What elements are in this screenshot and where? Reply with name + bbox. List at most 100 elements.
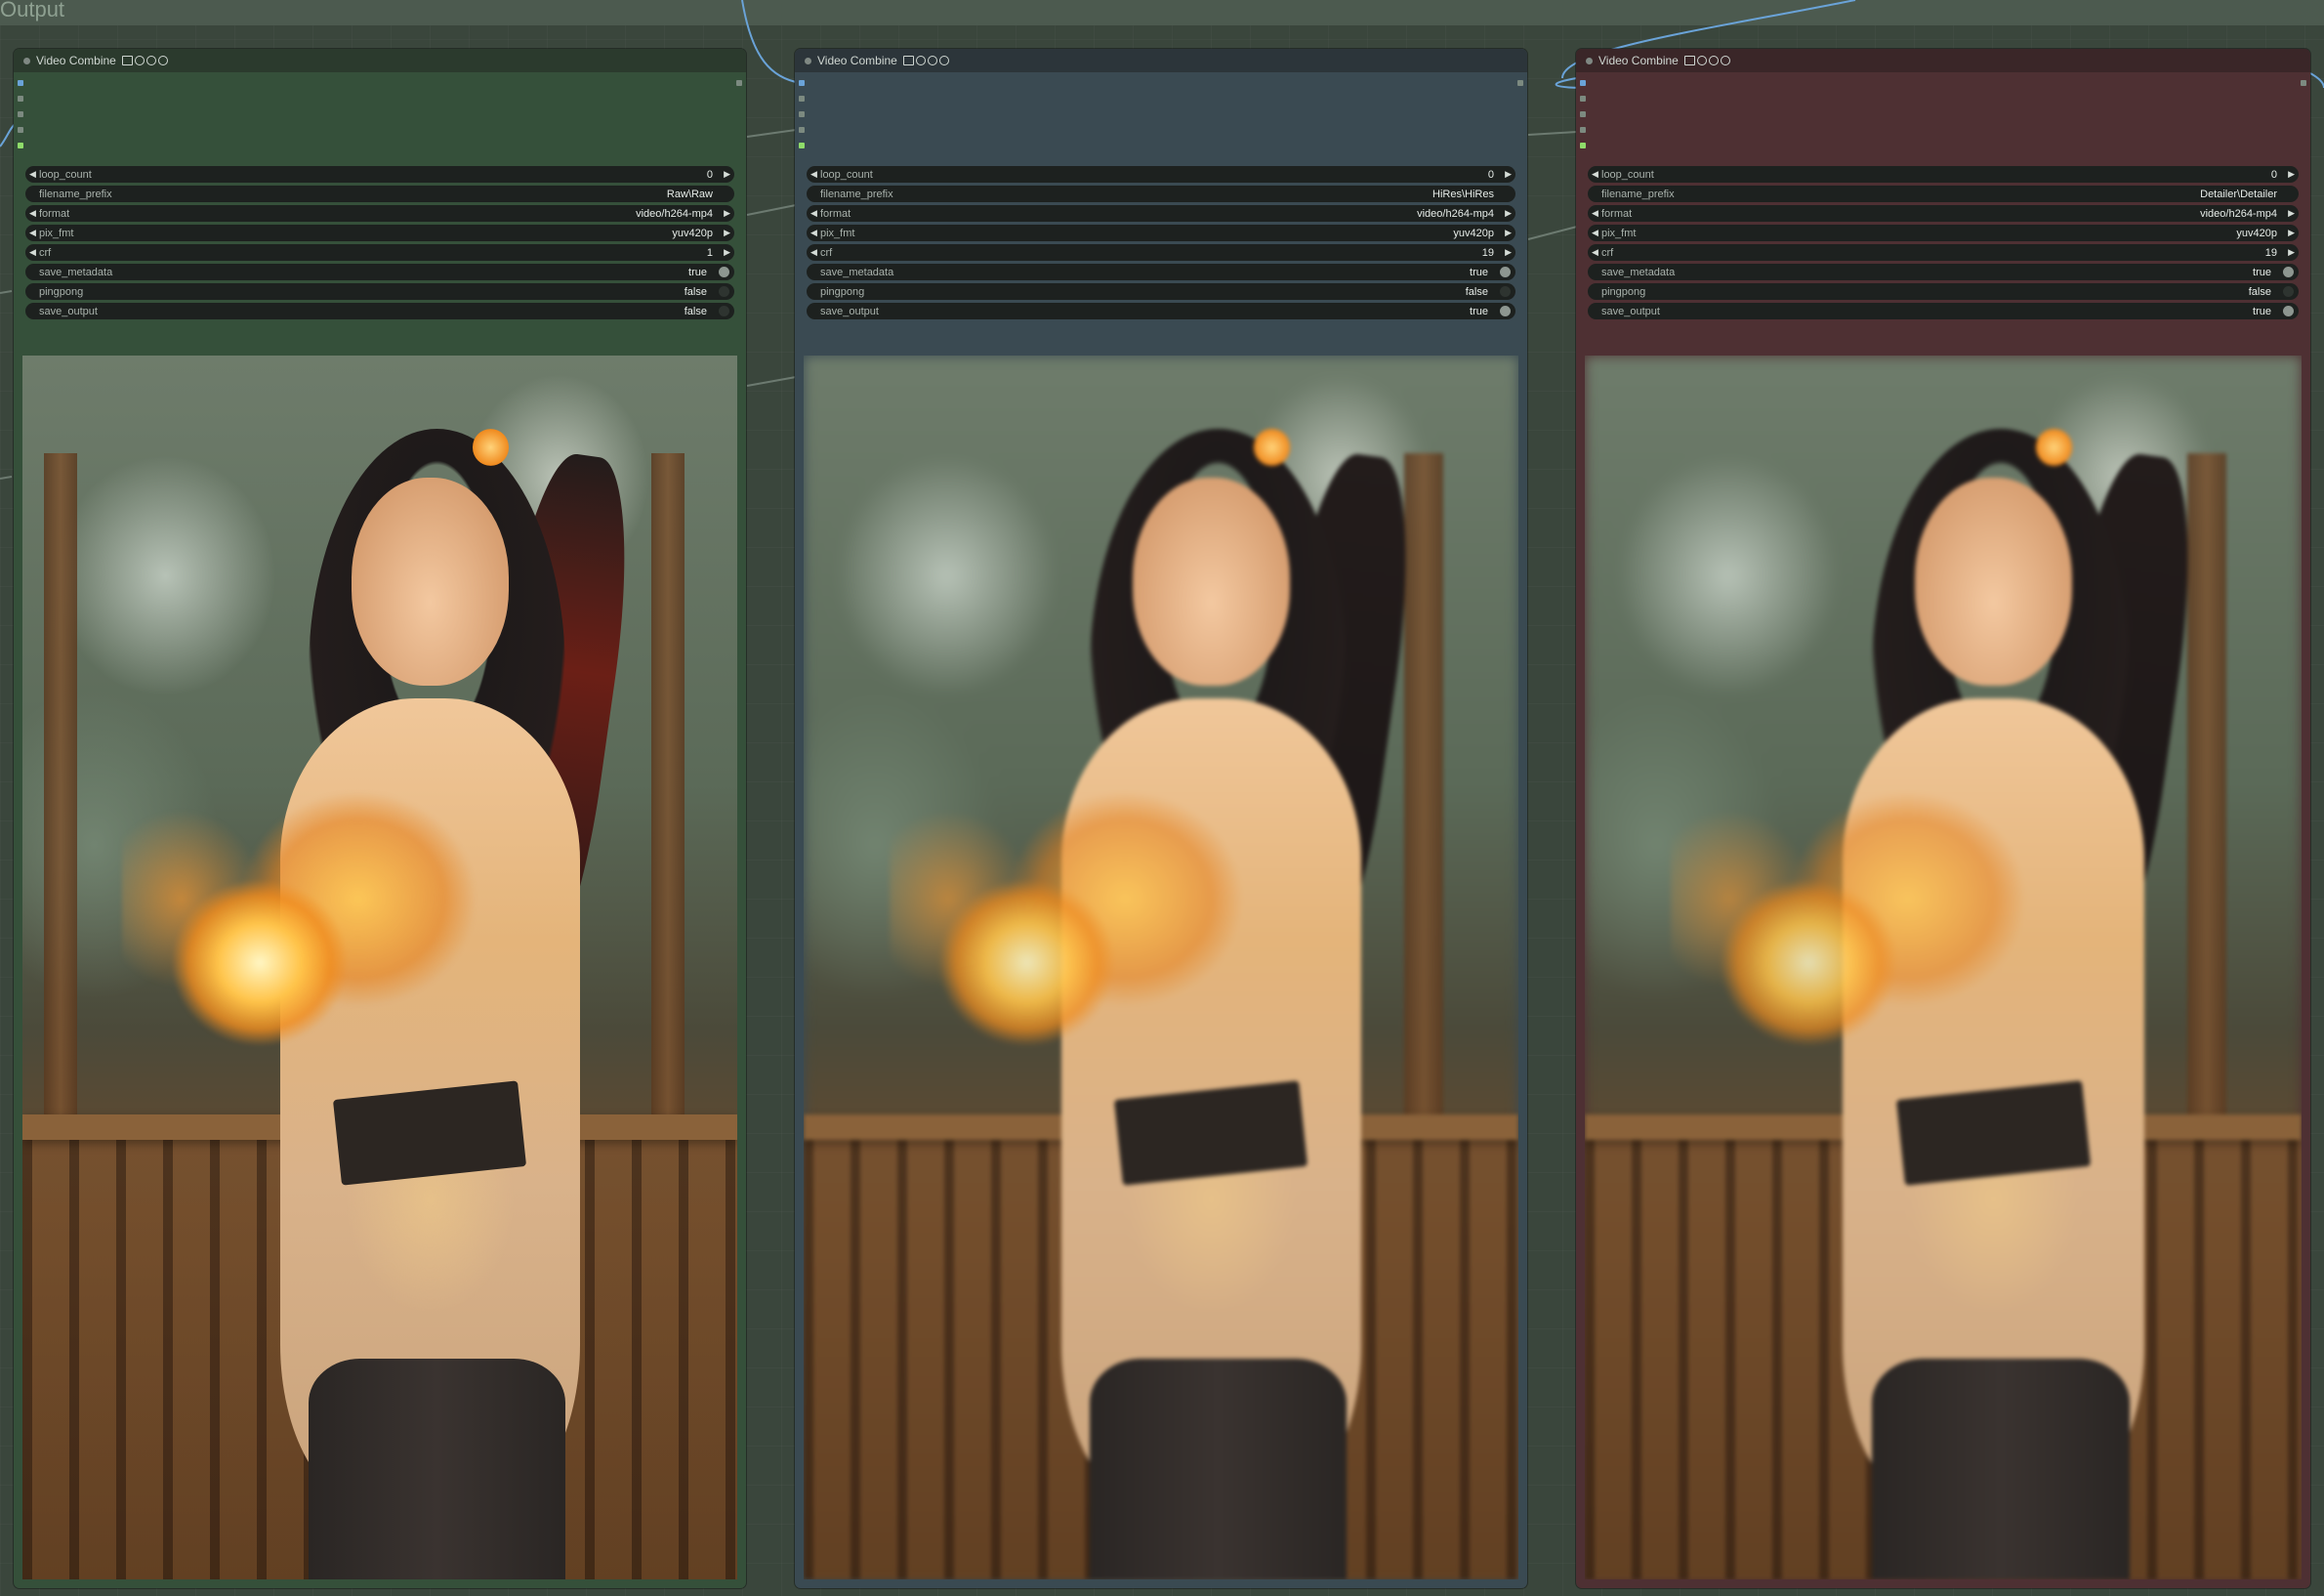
widget-value: false	[684, 305, 707, 317]
save-output-toggle[interactable]: save_output true	[1588, 303, 2299, 319]
next-arrow-icon[interactable]: ▶	[724, 228, 730, 238]
input-slot-audio[interactable]	[1580, 96, 1586, 102]
widget-value: Detailer\Detailer	[2200, 188, 2277, 200]
group-header-output[interactable]: Output	[0, 0, 2324, 25]
input-slot-vae[interactable]	[799, 127, 805, 133]
output-slot-filenames[interactable]	[736, 80, 742, 86]
node-title: Video Combine	[1598, 54, 1679, 67]
output-slot-filenames[interactable]	[1517, 80, 1523, 86]
increment-arrow-icon[interactable]: ▶	[2288, 169, 2295, 180]
input-slot-vae[interactable]	[18, 127, 23, 133]
node-header[interactable]: Video Combine	[14, 49, 746, 72]
pingpong-toggle[interactable]: pingpong false	[807, 283, 1515, 300]
widget-value: yuv420p	[1453, 227, 1494, 239]
pingpong-toggle[interactable]: pingpong false	[25, 283, 734, 300]
prev-arrow-icon[interactable]: ◀	[810, 228, 817, 238]
widget-value: yuv420p	[2236, 227, 2277, 239]
save-output-toggle[interactable]: save_output true	[807, 303, 1515, 319]
pix-fmt-widget[interactable]: ◀ pix_fmt yuv420p ▶	[25, 225, 734, 241]
filename-prefix-widget[interactable]: filename_prefix Detailer\Detailer	[1588, 186, 2299, 202]
widget-label: loop_count	[39, 168, 92, 181]
save-metadata-toggle[interactable]: save_metadata true	[25, 264, 734, 280]
crf-widget[interactable]: ◀ crf 19 ▶	[1588, 244, 2299, 261]
input-slot-latent[interactable]	[799, 143, 805, 148]
widget-value: HiRes\HiRes	[1432, 188, 1494, 200]
video-combine-node-raw[interactable]: Video Combine ◀ loop_count 0 ▶ filename_…	[14, 49, 746, 1588]
prev-arrow-icon[interactable]: ◀	[29, 208, 36, 219]
input-slot-meta[interactable]	[18, 111, 23, 117]
increment-arrow-icon[interactable]: ▶	[2288, 247, 2295, 258]
widget-label: save_metadata	[39, 266, 113, 278]
next-arrow-icon[interactable]: ▶	[1505, 208, 1512, 219]
format-widget[interactable]: ◀ format video/h264-mp4 ▶	[807, 205, 1515, 222]
widget-label: crf	[820, 246, 833, 259]
next-arrow-icon[interactable]: ▶	[2288, 228, 2295, 238]
collapse-dot-icon[interactable]	[805, 57, 811, 64]
input-slot-vae[interactable]	[1580, 127, 1586, 133]
prev-arrow-icon[interactable]: ◀	[29, 228, 36, 238]
format-widget[interactable]: ◀ format video/h264-mp4 ▶	[1588, 205, 2299, 222]
video-combine-node-hires[interactable]: Video Combine ◀ loop_count 0 ▶ filename_…	[795, 49, 1527, 1588]
widget-list: ◀ loop_count 0 ▶ filename_prefix Detaile…	[1576, 166, 2310, 319]
next-arrow-icon[interactable]: ▶	[724, 208, 730, 219]
widget-value: yuv420p	[672, 227, 713, 239]
increment-arrow-icon[interactable]: ▶	[724, 169, 730, 180]
save-metadata-toggle[interactable]: save_metadata true	[1588, 264, 2299, 280]
input-slot-latent[interactable]	[18, 143, 23, 148]
format-widget[interactable]: ◀ format video/h264-mp4 ▶	[25, 205, 734, 222]
video-combine-node-detailer[interactable]: Video Combine ◀ loop_count 0 ▶ filename_…	[1576, 49, 2310, 1588]
prev-arrow-icon[interactable]: ◀	[1592, 228, 1598, 238]
video-preview[interactable]	[22, 356, 737, 1579]
decrement-arrow-icon[interactable]: ◀	[810, 169, 817, 180]
widget-value: 1	[706, 246, 713, 259]
node-header[interactable]: Video Combine	[1576, 49, 2310, 72]
widget-label: save_output	[820, 305, 879, 317]
preview-frame-image	[804, 356, 1518, 1579]
increment-arrow-icon[interactable]: ▶	[724, 247, 730, 258]
output-slot-filenames[interactable]	[2301, 80, 2306, 86]
decrement-arrow-icon[interactable]: ◀	[810, 247, 817, 258]
decrement-arrow-icon[interactable]: ◀	[1592, 169, 1598, 180]
input-slot-images[interactable]	[18, 80, 23, 86]
input-slot-latent[interactable]	[1580, 143, 1586, 148]
filename-prefix-widget[interactable]: filename_prefix Raw\Raw	[25, 186, 734, 202]
input-slot-images[interactable]	[799, 80, 805, 86]
collapse-dot-icon[interactable]	[1586, 57, 1593, 64]
pingpong-toggle[interactable]: pingpong false	[1588, 283, 2299, 300]
input-slot-meta[interactable]	[1580, 111, 1586, 117]
increment-arrow-icon[interactable]: ▶	[1505, 247, 1512, 258]
prev-arrow-icon[interactable]: ◀	[1592, 208, 1598, 219]
input-slot-images[interactable]	[1580, 80, 1586, 86]
widget-label: pix_fmt	[1601, 227, 1637, 239]
video-preview[interactable]	[804, 356, 1518, 1579]
input-slot-audio[interactable]	[18, 96, 23, 102]
input-slot-audio[interactable]	[799, 96, 805, 102]
loop-count-widget[interactable]: ◀ loop_count 0 ▶	[25, 166, 734, 183]
widget-value: true	[1470, 266, 1488, 278]
crf-widget[interactable]: ◀ crf 19 ▶	[807, 244, 1515, 261]
decrement-arrow-icon[interactable]: ◀	[29, 169, 36, 180]
vhs-h-icon	[145, 56, 156, 65]
filename-prefix-widget[interactable]: filename_prefix HiRes\HiRes	[807, 186, 1515, 202]
pix-fmt-widget[interactable]: ◀ pix_fmt yuv420p ▶	[807, 225, 1515, 241]
widget-label: crf	[39, 246, 52, 259]
pix-fmt-widget[interactable]: ◀ pix_fmt yuv420p ▶	[1588, 225, 2299, 241]
next-arrow-icon[interactable]: ▶	[1505, 228, 1512, 238]
increment-arrow-icon[interactable]: ▶	[1505, 169, 1512, 180]
video-preview[interactable]	[1585, 356, 2302, 1579]
crf-widget[interactable]: ◀ crf 1 ▶	[25, 244, 734, 261]
prev-arrow-icon[interactable]: ◀	[810, 208, 817, 219]
save-metadata-toggle[interactable]: save_metadata true	[807, 264, 1515, 280]
decrement-arrow-icon[interactable]: ◀	[29, 247, 36, 258]
widget-value: video/h264-mp4	[1417, 207, 1494, 220]
widget-label: filename_prefix	[820, 188, 893, 200]
collapse-dot-icon[interactable]	[23, 57, 30, 64]
loop-count-widget[interactable]: ◀ loop_count 0 ▶	[807, 166, 1515, 183]
save-output-toggle[interactable]: save_output false	[25, 303, 734, 319]
loop-count-widget[interactable]: ◀ loop_count 0 ▶	[1588, 166, 2299, 183]
node-header[interactable]: Video Combine	[795, 49, 1527, 72]
input-slot-meta[interactable]	[799, 111, 805, 117]
next-arrow-icon[interactable]: ▶	[2288, 208, 2295, 219]
widget-label: pingpong	[820, 285, 865, 298]
decrement-arrow-icon[interactable]: ◀	[1592, 247, 1598, 258]
